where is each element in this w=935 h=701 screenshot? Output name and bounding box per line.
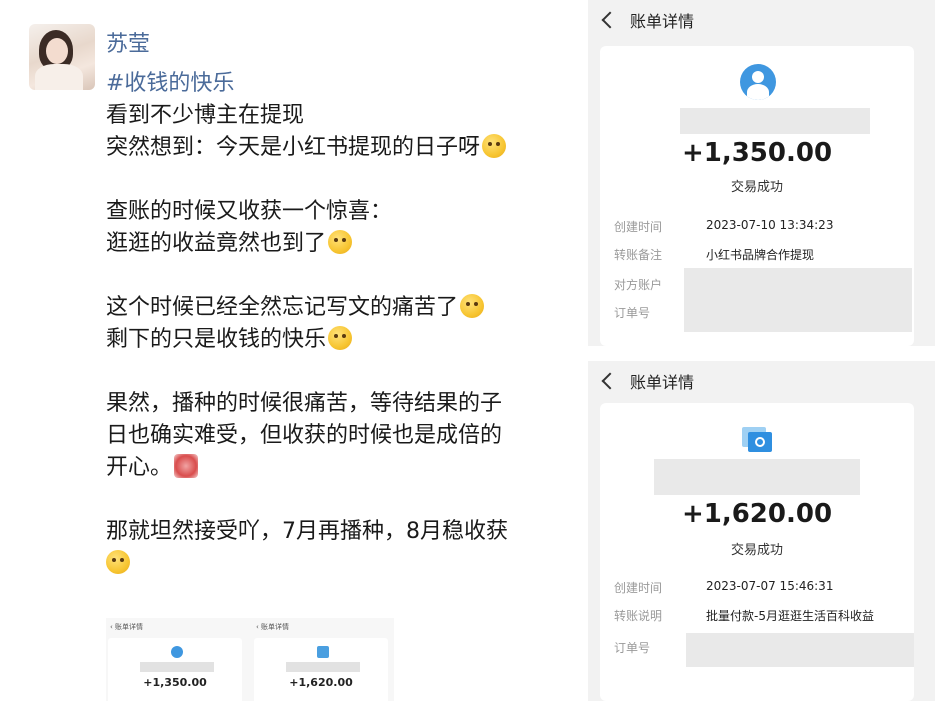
thumbnail-bill-2[interactable]: ‹ 账单详情 +1,620.00: [252, 618, 392, 701]
redacted-order-number: [686, 633, 914, 667]
back-chevron-icon[interactable]: [601, 372, 619, 390]
back-chevron-icon[interactable]: [601, 11, 619, 29]
wink-emoji-icon: [482, 134, 507, 158]
status-text: 交易成功: [730, 180, 783, 195]
post-line: 突然想到：今天是小红书提现的日子呀: [106, 132, 566, 164]
page-title: 账单详情: [630, 373, 695, 392]
row-value: 小红书品牌合作提现: [706, 248, 815, 262]
wink-emoji-icon: [328, 326, 353, 350]
row-value: 批量付款-5月逛逛生活百科收益: [706, 609, 874, 623]
thumbnail-amount: +1,620.00: [289, 676, 353, 689]
redacted-name: [680, 108, 870, 134]
bill-card: +1,350.00 交易成功 创建时间 2023-07-10 13:34:23 …: [600, 46, 914, 346]
post-line: 看到不少博主在提现: [106, 103, 305, 128]
row-label: 订单号: [614, 641, 651, 655]
row-label: 创建时间: [614, 220, 663, 234]
post-line: 那就坦然接受吖，7月再播种，8月稳收获: [106, 519, 508, 544]
bill-header: 账单详情: [588, 361, 935, 401]
post-line: 这个时候已经全然忘记写文的痛苦了: [106, 292, 566, 324]
thumbnail-bill-1[interactable]: ‹ 账单详情 +1,350.00: [106, 618, 246, 701]
user-icon: [171, 646, 183, 658]
status-text: 交易成功: [730, 543, 783, 558]
post-line: 剩下的只是收钱的快乐: [106, 324, 566, 356]
post-line: 果然，播种的时候很痛苦，等待结果的子: [106, 391, 503, 416]
row-label: 创建时间: [614, 581, 663, 595]
redacted-account: [684, 268, 912, 332]
post-line: [106, 548, 566, 580]
row-label: 转账备注: [614, 248, 663, 262]
thumbnail-amount: +1,350.00: [143, 676, 207, 689]
batch-payment-icon: [317, 646, 329, 658]
smile-emoji-icon: [328, 230, 353, 254]
avatar[interactable]: [29, 24, 95, 90]
amount: +1,350.00: [681, 138, 833, 168]
post-line: 日也确实难受，但收获的时候也是成倍的: [106, 423, 503, 448]
row-value: 2023-07-10 13:34:23: [706, 218, 834, 232]
batch-payment-icon: [742, 427, 772, 453]
post-line: 查账的时候又收获一个惊喜：: [106, 199, 393, 224]
row-value: 2023-07-07 15:46:31: [706, 579, 834, 593]
bill-detail-panel-1: 账单详情 +1,350.00 交易成功 创建时间 2023-07-10 13:3…: [588, 0, 935, 346]
image-thumbnails[interactable]: ‹ 账单详情 +1,350.00 ‹ 账单详情 +1,620.00: [106, 618, 394, 701]
user-avatar-icon: [740, 64, 776, 100]
row-label: 订单号: [614, 306, 651, 320]
thumbnail-header: ‹ 账单详情: [110, 623, 144, 631]
amount: +1,620.00: [681, 499, 833, 529]
redacted-bar: [286, 662, 360, 672]
laugh-emoji-icon: [460, 294, 485, 318]
post-line: 逛逛的收益竟然也到了: [106, 228, 566, 260]
thumbnail-header: ‹ 账单详情: [256, 623, 290, 631]
post-body: 看到不少博主在提现 突然想到：今天是小红书提现的日子呀 查账的时候又收获一个惊喜…: [106, 100, 566, 580]
social-post: 苏莹 #收钱的快乐 看到不少博主在提现 突然想到：今天是小红书提现的日子呀 查账…: [0, 0, 575, 701]
smirk-emoji-icon: [106, 550, 130, 574]
post-line: 开心。: [106, 452, 566, 484]
hashtag-link[interactable]: #收钱的快乐: [106, 65, 234, 97]
bill-detail-panel-2: 账单详情 +1,620.00 交易成功 创建时间 2023-07-07 15:4…: [588, 361, 935, 701]
fireworks-emoji-icon: [174, 454, 199, 478]
redacted-bar: [140, 662, 214, 672]
row-label: 对方账户: [614, 278, 663, 292]
bill-header: 账单详情: [588, 0, 935, 40]
page-title: 账单详情: [630, 12, 695, 31]
username[interactable]: 苏莹: [106, 26, 150, 58]
bill-card: +1,620.00 交易成功 创建时间 2023-07-07 15:46:31 …: [600, 403, 914, 701]
row-label: 转账说明: [614, 609, 663, 623]
redacted-name: [654, 459, 860, 495]
